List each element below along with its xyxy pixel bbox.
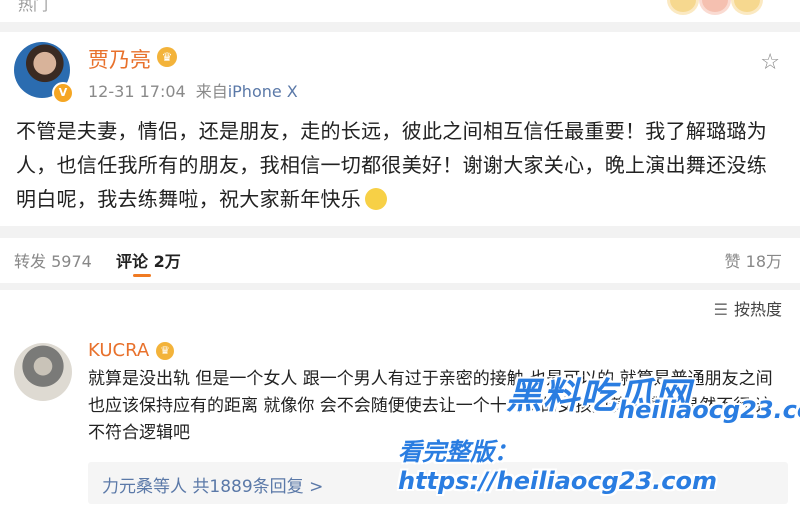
post-meta: 12-31 17:04 来自iPhone X bbox=[88, 78, 298, 102]
replies-label: 力元桑等人 共1889条回复 > bbox=[102, 477, 324, 497]
post-source: iPhone X bbox=[227, 82, 298, 101]
commenter-name[interactable]: KUCRA bbox=[88, 340, 149, 361]
active-tab-indicator bbox=[133, 274, 151, 277]
divider bbox=[0, 226, 800, 238]
smile-emoji-icon bbox=[365, 188, 388, 210]
post-body: 不管是夫妻，情侣，还是朋友，走的长远，彼此之间相互信任最重要！我了解璐璐为人，也… bbox=[16, 114, 786, 216]
comments-tab[interactable]: 评论 2万 bbox=[116, 248, 181, 272]
divider bbox=[0, 283, 800, 290]
author-name[interactable]: 贾乃亮 bbox=[88, 44, 151, 74]
star-icon[interactable]: ☆ bbox=[760, 50, 780, 75]
crown-icon: ♛ bbox=[157, 47, 177, 67]
top-strip: 热门 bbox=[0, 0, 800, 22]
sticker-icon bbox=[702, 0, 728, 12]
likes-tab[interactable]: 赞 18万 bbox=[725, 248, 782, 272]
verified-badge-icon: V bbox=[52, 82, 74, 104]
sort-label: 按热度 bbox=[733, 300, 782, 319]
divider bbox=[0, 22, 800, 32]
sticker-group bbox=[670, 0, 760, 12]
hot-tab-label[interactable]: 热门 bbox=[18, 0, 48, 15]
commenter-avatar[interactable] bbox=[14, 343, 72, 401]
sticker-icon bbox=[670, 0, 696, 12]
post-text: 不管是夫妻，情侣，还是朋友，走的长远，彼此之间相互信任最重要！我了解璐璐为人，也… bbox=[16, 119, 768, 211]
source-prefix: 来自 bbox=[195, 82, 228, 101]
sort-icon: ☰ bbox=[713, 300, 728, 319]
sort-button[interactable]: ☰ 按热度 bbox=[714, 296, 782, 320]
post-time: 12-31 17:04 bbox=[88, 82, 186, 101]
sticker-icon bbox=[734, 0, 760, 12]
watermark-domain: heiliaocg23.com bbox=[618, 396, 800, 424]
watermark-url: 看完整版：https://heiliaocg23.com bbox=[398, 438, 717, 495]
crown-icon: ♛ bbox=[156, 342, 174, 360]
repost-tab[interactable]: 转发 5974 bbox=[14, 248, 92, 272]
action-bar: 转发 5974 评论 2万 赞 18万 bbox=[0, 238, 800, 282]
